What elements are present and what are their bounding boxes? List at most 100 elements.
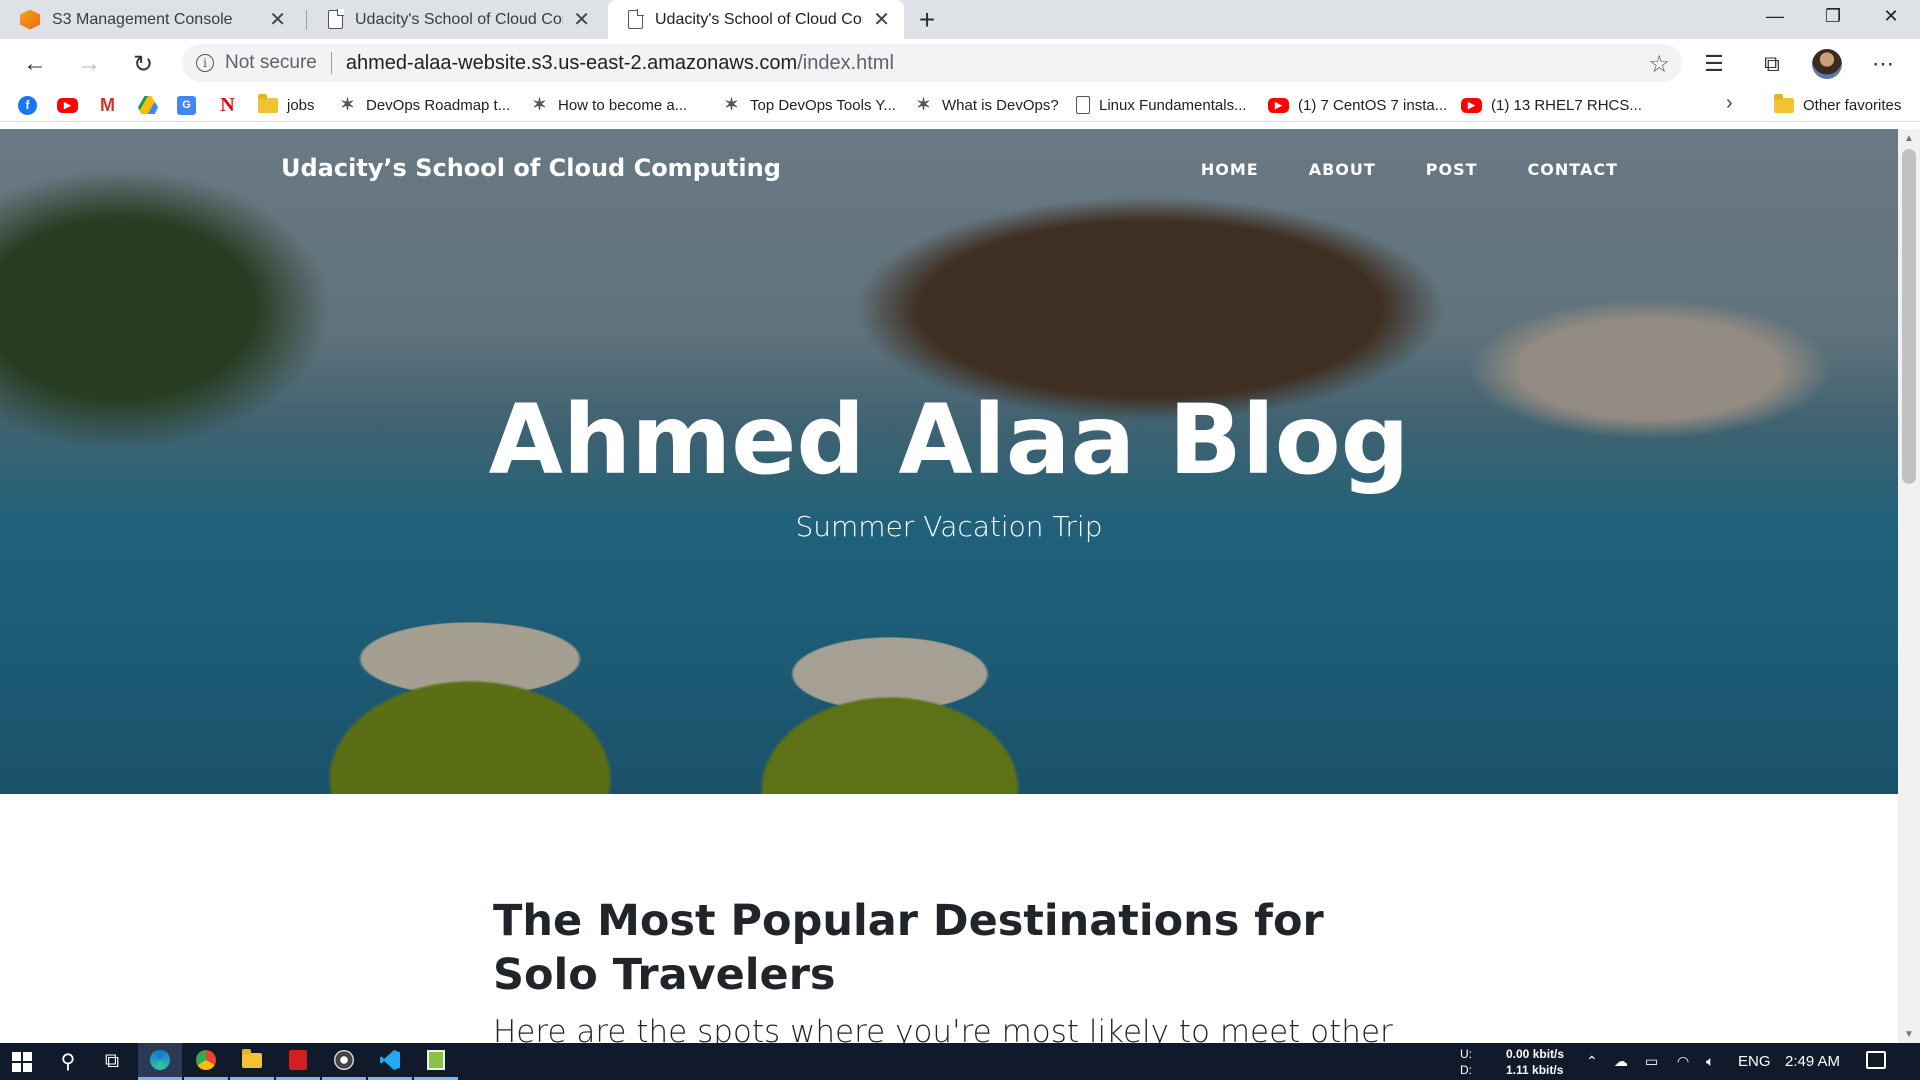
- close-window-button[interactable]: ✕: [1862, 0, 1920, 32]
- profile-avatar[interactable]: [1810, 47, 1844, 81]
- scrollbar-thumb[interactable]: [1902, 149, 1916, 484]
- nav-contact[interactable]: CONTACT: [1528, 160, 1618, 179]
- taskbar-media-app[interactable]: [322, 1043, 366, 1080]
- restore-button[interactable]: ❐: [1804, 0, 1862, 32]
- gmail-icon: M: [98, 94, 117, 115]
- bookmark-label: How to become a...: [558, 96, 688, 114]
- chevron-right-icon[interactable]: ›: [1726, 92, 1733, 115]
- bookmark-centos-install[interactable]: ▶ (1) 7 CentOS 7 insta...: [1268, 92, 1447, 118]
- bookmark-what-is-devops[interactable]: ✶ What is DevOps?: [914, 92, 1059, 118]
- scroll-up-arrow-icon[interactable]: ▲: [1898, 129, 1920, 147]
- roadmap-icon: ✶: [916, 95, 931, 114]
- bookmark-youtube[interactable]: ▶: [57, 92, 78, 118]
- battery-icon[interactable]: ▭: [1645, 1043, 1658, 1080]
- post-subtitle: Here are the spots where you're most lik…: [493, 1014, 1393, 1043]
- network-speed-meter: U: 0.00 kbit/s D: 1.11 kbit/s: [1460, 1046, 1564, 1078]
- page-icon: [1076, 96, 1090, 114]
- bookmark-label: What is DevOps?: [942, 96, 1059, 114]
- more-options-icon[interactable]: ⋯: [1866, 47, 1900, 81]
- close-icon[interactable]: ✕: [873, 7, 890, 32]
- page-icon: [328, 9, 344, 29]
- nav-post[interactable]: POST: [1426, 160, 1478, 179]
- volume-icon[interactable]: 🔈︎: [1706, 1043, 1714, 1080]
- facebook-icon: f: [18, 95, 37, 115]
- system-clock[interactable]: 2:49 AM: [1785, 1043, 1840, 1080]
- bookmark-rhel7-rhcsa[interactable]: ▶ (1) 13 RHEL7 RHCS...: [1461, 92, 1642, 118]
- aws-s3-icon: [20, 9, 40, 30]
- forward-button[interactable]: →: [70, 45, 108, 83]
- taskbar-acrobat[interactable]: [276, 1043, 320, 1080]
- bookmark-linux-fundamentals[interactable]: Linux Fundamentals...: [1076, 92, 1247, 118]
- bookmark-how-to-become[interactable]: ✶ How to become a...: [530, 92, 687, 118]
- bookmark-drive[interactable]: [138, 92, 158, 118]
- task-view-icon[interactable]: ⧉: [90, 1043, 134, 1080]
- close-icon[interactable]: ✕: [269, 7, 286, 32]
- site-nav: HOME ABOUT POST CONTACT: [1201, 160, 1618, 179]
- taskbar-edge[interactable]: [138, 1043, 182, 1080]
- bookmark-label: Linux Fundamentals...: [1099, 96, 1247, 114]
- minimize-button[interactable]: —: [1746, 0, 1804, 32]
- start-button[interactable]: [0, 1043, 44, 1080]
- onedrive-cloud-icon[interactable]: ☁: [1614, 1043, 1628, 1080]
- tab-separator: [306, 10, 307, 30]
- scroll-down-arrow-icon[interactable]: ▼: [1898, 1025, 1920, 1043]
- bookmark-top-devops-tools[interactable]: ✶ Top DevOps Tools Y...: [722, 92, 896, 118]
- url-text[interactable]: ahmed-alaa-website.s3.us-east-2.amazonaw…: [346, 52, 894, 75]
- youtube-icon: ▶: [57, 97, 78, 113]
- post-preview[interactable]: The Most Popular Destinations for Solo T…: [493, 894, 1423, 1043]
- post-title[interactable]: The Most Popular Destinations for Solo T…: [493, 894, 1423, 1002]
- back-button[interactable]: ←: [16, 45, 54, 83]
- upload-speed: 0.00 kbit/s: [1506, 1047, 1565, 1061]
- google-drive-icon: [138, 96, 158, 114]
- new-tab-button[interactable]: +: [912, 0, 942, 39]
- hero-content: Udacity’s School of Cloud Computing HOME…: [0, 129, 1898, 794]
- tab-udacity-active[interactable]: Udacity's School of Cloud Computing ✕: [608, 0, 904, 39]
- nav-home[interactable]: HOME: [1201, 160, 1259, 179]
- tab-bar: S3 Management Console ✕ Udacity's School…: [0, 0, 1920, 39]
- bookmark-netflix[interactable]: N: [218, 92, 237, 118]
- site-brand[interactable]: Udacity’s School of Cloud Computing: [281, 154, 781, 182]
- taskbar-vscode[interactable]: [368, 1043, 412, 1080]
- collections-icon[interactable]: ⧉: [1755, 47, 1789, 81]
- show-hidden-icons-chevron-icon[interactable]: ⌃: [1586, 1043, 1598, 1080]
- wifi-icon[interactable]: ◠: [1677, 1043, 1689, 1080]
- security-status: Not secure: [225, 52, 317, 73]
- tab-title: S3 Management Console: [52, 10, 233, 28]
- bookmark-label: DevOps Roadmap t...: [366, 96, 511, 114]
- reload-button[interactable]: ↻: [124, 45, 162, 83]
- taskbar-notepad[interactable]: [414, 1043, 458, 1080]
- page-viewport: Udacity’s School of Cloud Computing HOME…: [0, 129, 1898, 1043]
- nav-about[interactable]: ABOUT: [1309, 160, 1376, 179]
- bookmark-translate[interactable]: G: [177, 92, 196, 118]
- windows-taskbar: ⚲ ⧉ U: 0.00 kbit/s D: 1.11 kbit/s ⌃ ☁ ▭ ◠ …: [0, 1043, 1920, 1080]
- bookmark-gmail[interactable]: M: [98, 92, 117, 118]
- info-icon[interactable]: i: [196, 54, 214, 72]
- page-scrollbar[interactable]: ▲ ▼: [1898, 129, 1920, 1043]
- vscode-icon: [380, 1050, 400, 1070]
- bookmark-label: (1) 13 RHEL7 RHCS...: [1491, 96, 1642, 114]
- taskbar-chrome[interactable]: [184, 1043, 228, 1080]
- download-label: D:: [1460, 1063, 1472, 1077]
- acrobat-icon: [289, 1050, 307, 1070]
- tab-s3-console[interactable]: S3 Management Console ✕: [0, 0, 300, 39]
- bookmark-jobs-folder[interactable]: jobs: [258, 92, 315, 118]
- bookmark-facebook[interactable]: f: [18, 92, 37, 118]
- hero-title: Ahmed Alaa Blog: [488, 384, 1410, 496]
- netflix-icon: N: [218, 94, 237, 116]
- other-favorites-folder[interactable]: Other favorites: [1774, 92, 1901, 118]
- bookmark-devops-roadmap[interactable]: ✶ DevOps Roadmap t...: [338, 92, 510, 118]
- folder-icon: [258, 93, 278, 113]
- address-bar[interactable]: i Not secure ahmed-alaa-website.s3.us-ea…: [182, 44, 1682, 82]
- tab-title: Udacity's School of Cloud Computing: [355, 10, 563, 28]
- close-icon[interactable]: ✕: [573, 7, 590, 32]
- favorites-list-icon[interactable]: ☰: [1697, 47, 1731, 81]
- taskbar-file-explorer[interactable]: [230, 1043, 274, 1080]
- media-player-icon: [334, 1050, 354, 1070]
- favorite-star-icon[interactable]: ☆: [1648, 50, 1670, 79]
- tab-udacity-1[interactable]: Udacity's School of Cloud Computing ✕: [308, 0, 604, 39]
- file-explorer-icon: [242, 1048, 262, 1068]
- notifications-icon[interactable]: [1866, 1051, 1886, 1069]
- search-icon[interactable]: ⚲: [46, 1043, 90, 1080]
- input-language[interactable]: ENG: [1738, 1043, 1771, 1080]
- tab-title: Udacity's School of Cloud Computing: [655, 10, 863, 28]
